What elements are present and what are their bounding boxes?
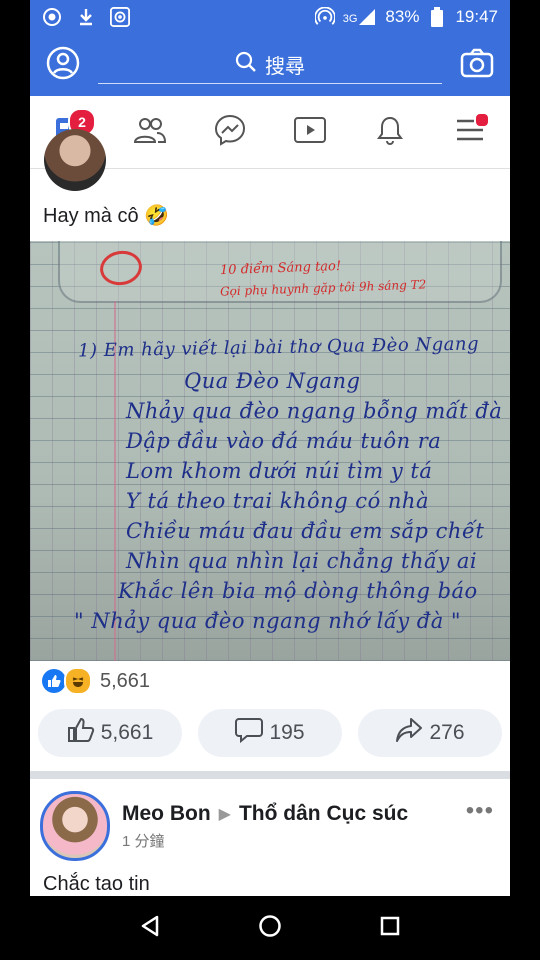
avatar[interactable] <box>40 791 110 861</box>
handwriting-line: Chiều máu đau đầu em sắp chết <box>126 519 485 543</box>
android-navigation-bar <box>0 896 540 960</box>
post-author-info: Meo Bon ▶ Thổ dân Cục súc 1 分鐘 <box>122 802 454 851</box>
thumbs-up-icon <box>67 717 95 749</box>
handwriting-line: Khắc lên bia mộ dòng thông báo <box>118 579 478 603</box>
post-text: Chắc tao tin <box>43 873 150 895</box>
recent-apps-icon[interactable] <box>379 915 401 942</box>
reaction-count: 5,661 <box>100 669 151 692</box>
tab-friends[interactable] <box>128 110 172 154</box>
comment-button[interactable]: 195 <box>198 709 342 757</box>
search-header: 搜尋 <box>30 34 510 96</box>
back-icon[interactable] <box>139 914 161 943</box>
tab-watch[interactable] <box>288 110 332 154</box>
messenger-icon <box>214 114 246 151</box>
menu-notification-dot <box>474 112 490 128</box>
clock: 19:47 <box>455 7 498 26</box>
author-name[interactable]: Meo Bon <box>122 802 211 826</box>
reaction-summary[interactable]: 5,661 <box>30 661 510 701</box>
battery-percent: 83% <box>385 7 420 26</box>
like-count: 5,661 <box>100 721 154 744</box>
notifications-icon <box>376 115 404 150</box>
profile-icon[interactable] <box>46 46 80 85</box>
comment-count: 195 <box>269 721 305 744</box>
tab-menu[interactable] <box>448 110 492 154</box>
handwriting-line: Qua Đèo Ngang <box>184 369 361 393</box>
hotspot-icon <box>314 7 335 27</box>
friends-icon <box>133 116 167 149</box>
search-input[interactable]: 搜尋 <box>98 47 442 84</box>
triangle-right-icon: ▶ <box>218 805 231 823</box>
facebook-app-screen: 3G 83% 19:47 搜尋 2 Hay mà cô 🤣 10 điểm Sá… <box>30 0 510 896</box>
screen-record-icon <box>110 7 130 27</box>
like-button[interactable]: 5,661 <box>38 709 182 757</box>
handwriting-line: Dập đầu vào đá máu tuôn ra <box>126 429 442 453</box>
post-actions: 5,661 195 276 <box>30 701 510 765</box>
status-bar: 3G 83% 19:47 <box>30 0 510 34</box>
handwriting-line: Y tá theo trai không có nhà <box>126 489 429 513</box>
handwriting-line: Nhảy qua đèo ngang bỗng mất đà <box>126 399 503 423</box>
network-type: 3G <box>342 13 358 25</box>
handwriting-line: " Nhảy qua đèo ngang nhớ lấy đà " <box>74 609 462 633</box>
watch-icon <box>294 116 326 149</box>
tab-notifications[interactable] <box>368 110 412 154</box>
comment-icon <box>235 717 264 749</box>
haha-reaction-icon <box>64 667 92 695</box>
post-header: Meo Bon ▶ Thổ dân Cục súc 1 分鐘 ••• <box>30 779 510 863</box>
post-timestamp[interactable]: 1 分鐘 <box>122 830 454 851</box>
post-photo[interactable]: 10 điểm Sáng tạo! Gọi phụ huynh gặp tôi … <box>30 241 510 661</box>
group-name[interactable]: Thổ dân Cục súc <box>239 802 408 826</box>
signal-icon <box>357 7 377 27</box>
post-text: Hay mà cô 🤣 <box>43 205 170 227</box>
camera-icon[interactable] <box>460 48 494 83</box>
post-separator <box>30 771 510 779</box>
post-header <box>30 129 510 191</box>
search-icon <box>235 51 257 79</box>
share-count: 276 <box>429 721 465 744</box>
search-placeholder: 搜尋 <box>265 56 305 78</box>
handwriting-line: Nhìn qua nhìn lại chẳng thấy ai <box>126 549 478 573</box>
like-reaction-icon <box>42 669 66 693</box>
share-button[interactable]: 276 <box>358 709 502 757</box>
share-icon <box>395 717 423 749</box>
home-icon[interactable] <box>258 914 282 943</box>
handwriting-line: Lom khom dưới núi tìm y tá <box>126 459 433 483</box>
chrome-icon <box>42 7 62 27</box>
avatar[interactable] <box>44 129 106 191</box>
battery-icon <box>427 7 447 27</box>
tab-messenger[interactable] <box>208 110 252 154</box>
more-options-icon[interactable]: ••• <box>466 797 494 825</box>
download-icon <box>76 7 96 27</box>
